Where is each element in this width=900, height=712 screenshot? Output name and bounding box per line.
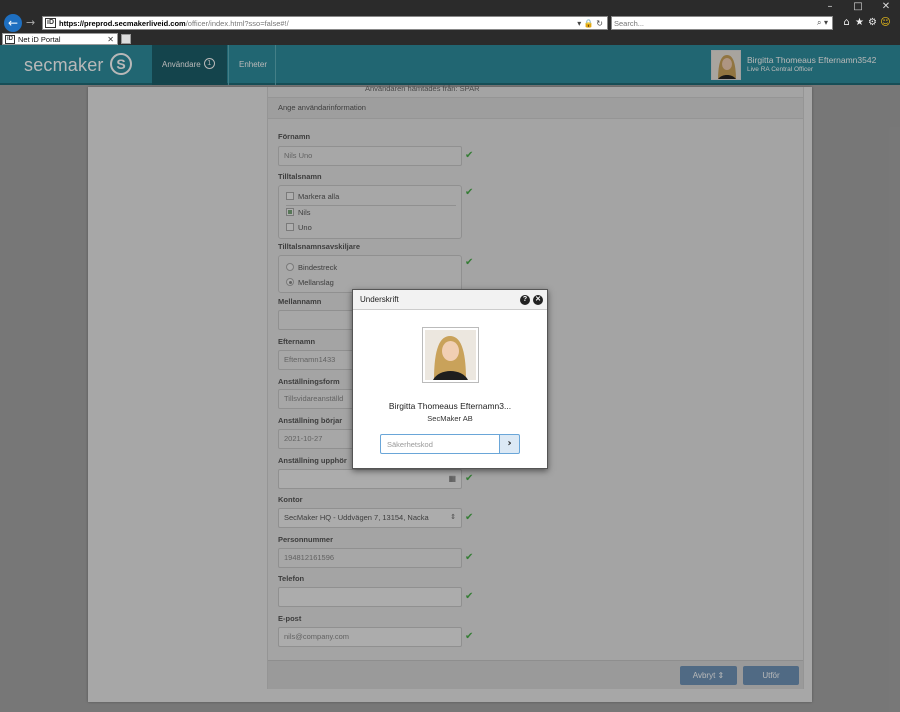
- settings-gear-icon[interactable]: ⚙: [866, 16, 879, 30]
- browser-tab[interactable]: iD Net iD Portal ✕: [2, 33, 118, 45]
- help-icon[interactable]: ?: [520, 295, 530, 305]
- maximize-icon[interactable]: □: [850, 1, 866, 13]
- smiley-feedback-icon[interactable]: ☺: [879, 16, 892, 30]
- address-tools[interactable]: ▾ 🔒 ↻: [577, 18, 603, 29]
- tab-favicon-icon: iD: [5, 35, 15, 44]
- new-tab-button[interactable]: [121, 34, 131, 44]
- address-bar[interactable]: iD https://preprod.secmakerliveid.com/of…: [42, 16, 608, 30]
- browser-titlebar: – □ ✕: [0, 0, 900, 14]
- tab-title: Net iD Portal: [18, 35, 61, 44]
- close-window-icon[interactable]: ✕: [878, 1, 894, 13]
- browser-toolbar-icons: ⌂ ★ ⚙ ☺: [840, 16, 892, 30]
- tab-close-icon[interactable]: ✕: [107, 34, 114, 45]
- dialog-header: Underskrift ? ✕: [353, 290, 547, 310]
- minimize-icon[interactable]: –: [822, 1, 838, 13]
- submit-code-button[interactable]: ›: [500, 434, 520, 454]
- signer-photo: [422, 327, 479, 383]
- back-arrow-icon[interactable]: ←: [4, 14, 22, 32]
- chevron-right-icon: ›: [507, 438, 512, 449]
- signer-name: Birgitta Thomeaus Efternamn3...: [388, 401, 512, 411]
- close-icon[interactable]: ✕: [533, 295, 543, 305]
- browser-tabbar: iD Net iD Portal ✕: [0, 33, 900, 45]
- browser-search-input[interactable]: [614, 18, 804, 29]
- browser-navbar: ← → iD https://preprod.secmakerliveid.co…: [0, 14, 900, 33]
- favorites-star-icon[interactable]: ★: [853, 16, 866, 30]
- forward-arrow-icon[interactable]: →: [26, 16, 38, 30]
- site-favicon-icon: iD: [45, 18, 56, 28]
- url-text[interactable]: https://preprod.secmakerliveid.com/offic…: [59, 18, 289, 29]
- security-code-input[interactable]: [380, 434, 500, 454]
- dialog-title: Underskrift: [360, 295, 399, 304]
- search-icon[interactable]: ⌕ ▾: [817, 17, 828, 29]
- home-icon[interactable]: ⌂: [840, 16, 853, 30]
- signer-organization: SecMaker AB: [427, 414, 473, 423]
- browser-search-box[interactable]: ⌕ ▾: [611, 16, 833, 30]
- portrait-icon: [425, 330, 476, 380]
- signature-dialog: Underskrift ? ✕ Birgitta Thomeaus Eftern…: [352, 289, 548, 469]
